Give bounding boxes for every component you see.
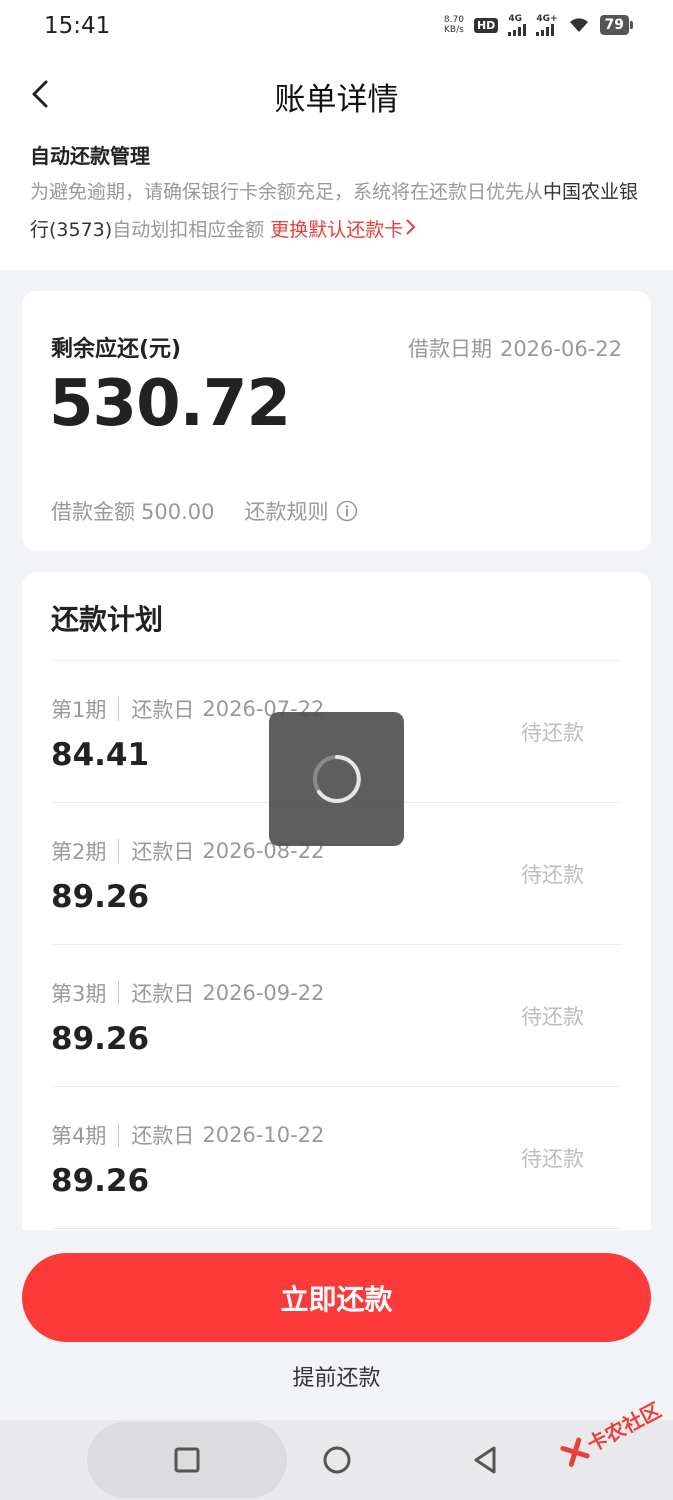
loan-amount-label: 借款金额 bbox=[51, 500, 135, 524]
plan-row-meta: 第3期 还款日 2026-09-22 bbox=[51, 978, 324, 1008]
info-icon bbox=[337, 500, 358, 522]
plan-period: 第1期 bbox=[51, 698, 107, 722]
remaining-label: 剩余应还(元) bbox=[51, 337, 182, 362]
plan-row-meta: 第4期 还款日 2026-10-22 bbox=[51, 1120, 324, 1150]
plan-due-label: 还款日 bbox=[131, 1124, 195, 1148]
loan-amount-value: 500.00 bbox=[141, 500, 215, 524]
hd-icon: HD bbox=[473, 17, 499, 33]
plan-period: 第2期 bbox=[51, 840, 107, 864]
battery-icon: 79 bbox=[599, 15, 634, 35]
status-icons: 8.70 KB/s HD 4G 4G+ 79 bbox=[444, 14, 634, 36]
plan-due-date: 2026-09-22 bbox=[202, 981, 325, 1005]
change-card-link[interactable]: 更换默认还款卡 bbox=[270, 219, 417, 241]
network-speed: 8.70 KB/s bbox=[444, 15, 464, 35]
repayment-rules-label: 还款规则 bbox=[244, 500, 329, 524]
repayment-rules-button[interactable]: 还款规则 bbox=[244, 496, 358, 526]
back-triangle-icon[interactable] bbox=[466, 1440, 506, 1480]
prepay-link[interactable]: 提前还款 bbox=[0, 1360, 673, 1392]
chevron-right-icon bbox=[406, 219, 416, 235]
borrow-date-label: 借款日期 bbox=[407, 337, 492, 361]
plan-due-label: 还款日 bbox=[131, 698, 195, 722]
sim2-label: 4G+ bbox=[536, 14, 558, 24]
borrow-date: 借款日期 2026-06-22 bbox=[408, 333, 622, 363]
plan-title: 还款计划 bbox=[51, 603, 164, 636]
auto-repay-text-part2: 自动划扣相应金额 bbox=[112, 219, 265, 241]
plan-due-date: 2026-10-22 bbox=[202, 1123, 325, 1147]
borrow-date-value: 2026-06-22 bbox=[499, 337, 622, 361]
plan-due-label: 还款日 bbox=[131, 982, 195, 1006]
recent-apps-icon[interactable] bbox=[167, 1440, 207, 1480]
change-card-label: 更换默认还款卡 bbox=[270, 219, 404, 241]
loading-spinner-icon bbox=[312, 755, 361, 803]
bottom-actions: 立即还款 提前还款 bbox=[0, 1230, 673, 1420]
network-speed-value: 8.70 bbox=[443, 15, 464, 25]
repayment-plan-card: 还款计划 第1期 还款日 2026-07-22 84.41 待还款 第2期 还款日 20… bbox=[22, 572, 651, 1272]
remaining-amount: 530.72 bbox=[49, 367, 291, 441]
loading-toast bbox=[269, 712, 404, 846]
plan-row[interactable]: 第3期 还款日 2026-09-22 89.26 待还款 bbox=[51, 944, 622, 1086]
home-icon[interactable] bbox=[317, 1440, 357, 1480]
auto-repay-text-part1: 为避免逾期，请确保银行卡余额充足，系统将在还款日优先从 bbox=[30, 181, 544, 203]
network-speed-unit: KB/s bbox=[444, 25, 464, 35]
plan-amount: 84.41 bbox=[51, 737, 150, 773]
pay-now-button[interactable]: 立即还款 bbox=[22, 1253, 651, 1342]
plan-status: 待还款 bbox=[521, 721, 584, 745]
status-bar: 15:41 8.70 KB/s HD 4G 4G+ 79 bbox=[0, 0, 673, 56]
summary-footer: 借款金额 500.00 还款规则 bbox=[51, 496, 358, 526]
page-title: 账单详情 bbox=[274, 82, 399, 118]
auto-repay-text: 为避免逾期，请确保银行卡余额充足，系统将在还款日优先从中国农业银行(3573)自… bbox=[30, 173, 643, 249]
plan-status: 待还款 bbox=[521, 1147, 584, 1171]
header: 账单详情 bbox=[0, 56, 673, 136]
plan-status: 待还款 bbox=[521, 863, 584, 887]
plan-due-label: 还款日 bbox=[131, 840, 195, 864]
plan-status: 待还款 bbox=[521, 1005, 584, 1029]
signal-icon-sim2: 4G+ bbox=[536, 14, 558, 36]
auto-repay-title: 自动还款管理 bbox=[30, 144, 150, 168]
plan-period: 第4期 bbox=[51, 1124, 107, 1148]
auto-repay-notice: 自动还款管理 为避免逾期，请确保银行卡余额充足，系统将在还款日优先从中国农业银行… bbox=[0, 136, 673, 270]
plan-row[interactable]: 第4期 还款日 2026-10-22 89.26 待还款 bbox=[51, 1086, 622, 1228]
summary-card: 剩余应还(元) 借款日期 2026-06-22 530.72 借款金额 500.00… bbox=[22, 291, 651, 551]
loan-amount: 借款金额 500.00 bbox=[51, 496, 214, 526]
wifi-icon bbox=[569, 18, 588, 32]
status-time: 15:41 bbox=[44, 13, 111, 39]
signal-icon-sim1: 4G bbox=[508, 14, 527, 36]
plan-period: 第3期 bbox=[51, 982, 107, 1006]
plan-amount: 89.26 bbox=[51, 879, 150, 915]
plan-amount: 89.26 bbox=[51, 1021, 150, 1057]
plan-amount: 89.26 bbox=[51, 1163, 150, 1199]
sim1-label: 4G bbox=[508, 14, 522, 24]
